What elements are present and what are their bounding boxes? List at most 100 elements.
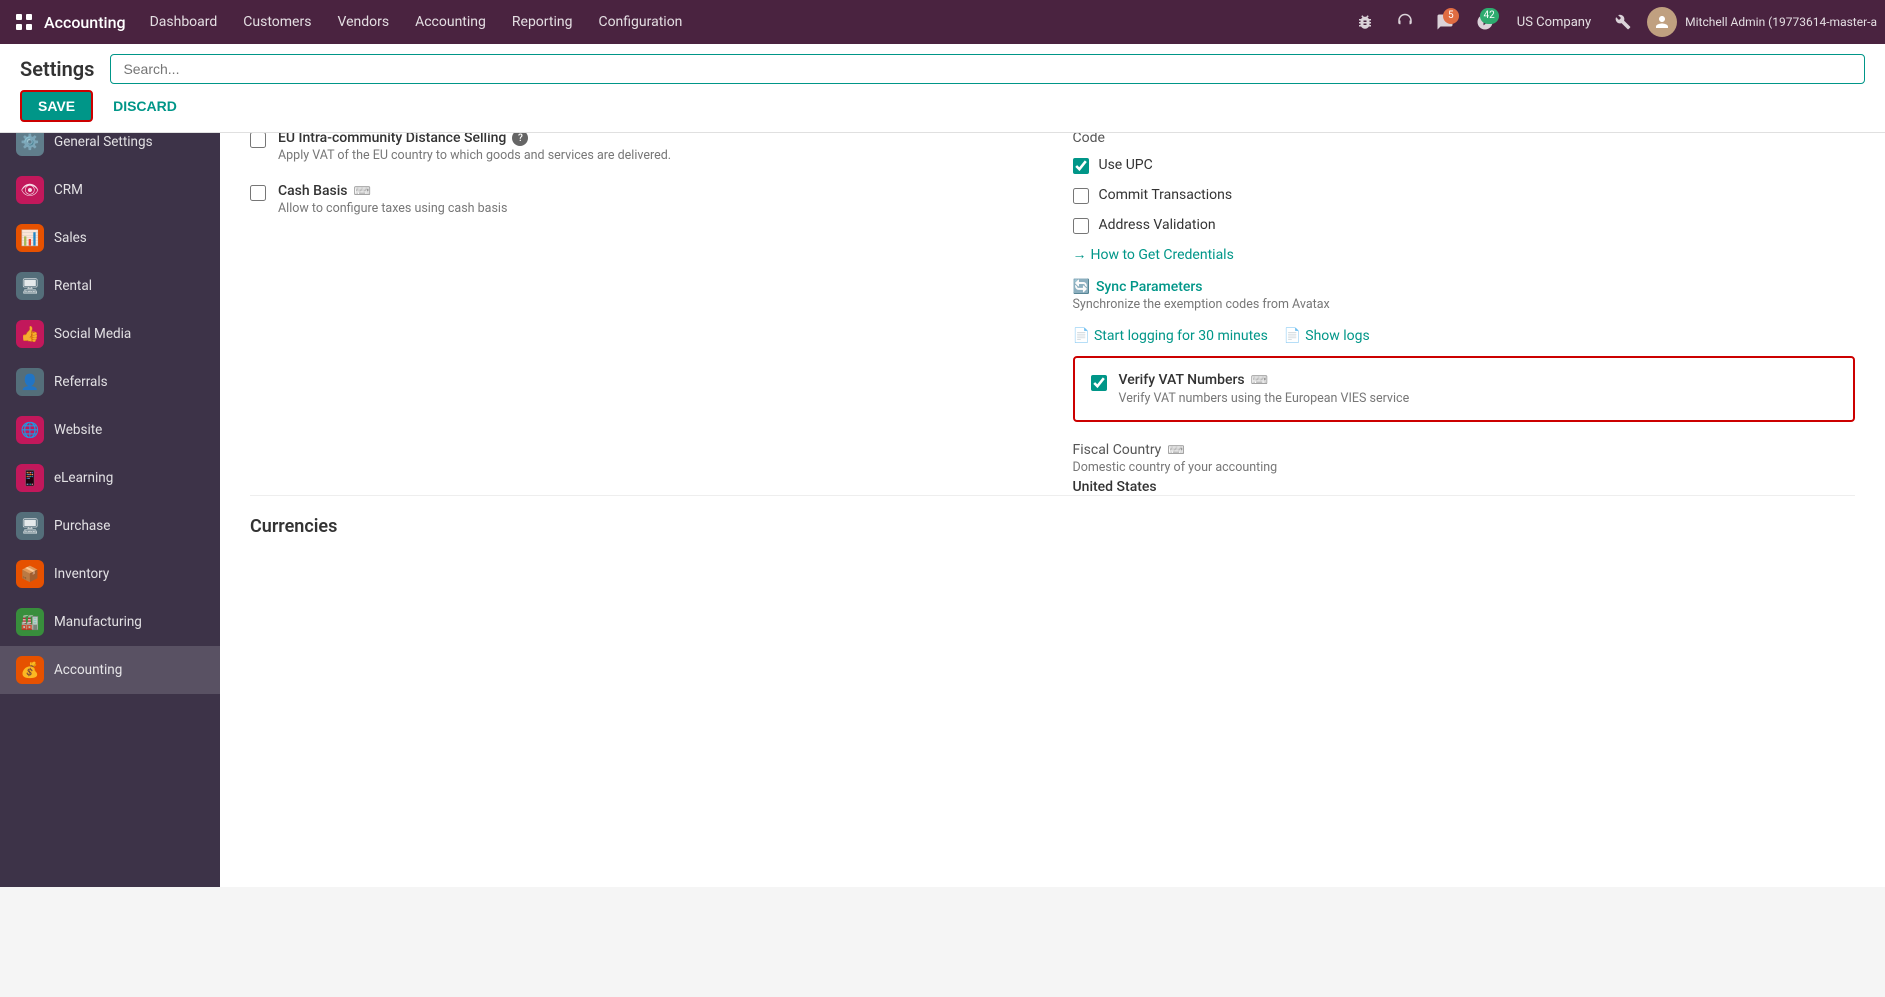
- use-upc-row: Use UPC: [1073, 156, 1856, 174]
- sync-parameters-link[interactable]: 🔄 Sync Parameters: [1073, 279, 1856, 295]
- settings-content: EU Intra-community Distance Selling ? Ap…: [220, 110, 1885, 887]
- cash-basis-keyboard-icon: ⌨: [354, 184, 371, 198]
- sidebar: ⚙️ General Settings 👁 CRM 📊 Sales 🖥 Rent…: [0, 110, 220, 887]
- verify-vat-desc: Verify VAT numbers using the European VI…: [1119, 391, 1410, 406]
- sidebar-item-elearning[interactable]: 📱 eLearning: [0, 454, 220, 502]
- currencies-section-header: Currencies: [250, 495, 1855, 537]
- sidebar-item-manufacturing[interactable]: 🏭 Manufacturing: [0, 598, 220, 646]
- use-upc-checkbox[interactable]: [1073, 158, 1089, 174]
- page-header: Settings SAVE DISCARD: [0, 44, 1885, 133]
- commit-transactions-checkbox[interactable]: [1073, 188, 1089, 204]
- social-media-icon: 👍: [16, 320, 44, 348]
- start-logging-doc-icon: 📄: [1073, 328, 1090, 344]
- search-input[interactable]: [110, 54, 1865, 84]
- sidebar-label-rental: Rental: [54, 278, 92, 294]
- fiscal-country-label: Fiscal Country ⌨: [1073, 442, 1856, 458]
- sidebar-label-sales: Sales: [54, 230, 87, 246]
- cash-basis-label: Cash Basis ⌨: [278, 183, 1033, 199]
- fiscal-country-keyboard-icon: ⌨: [1167, 443, 1184, 457]
- show-logs-doc-icon: 📄: [1284, 328, 1301, 344]
- fiscal-country-section: Fiscal Country ⌨ Domestic country of you…: [1073, 442, 1856, 495]
- sidebar-item-sales[interactable]: 📊 Sales: [0, 214, 220, 262]
- sync-parameters-section: 🔄 Sync Parameters Synchronize the exempt…: [1073, 279, 1856, 312]
- verify-vat-checkbox[interactable]: [1091, 375, 1107, 391]
- top-navigation: Accounting Dashboard Customers Vendors A…: [0, 0, 1885, 44]
- logging-links: 📄 Start logging for 30 minutes 📄 Show lo…: [1073, 328, 1856, 344]
- address-validation-checkbox[interactable]: [1073, 218, 1089, 234]
- sidebar-item-referrals[interactable]: 👤 Referrals: [0, 358, 220, 406]
- sidebar-label-website: Website: [54, 422, 102, 438]
- sales-icon: 📊: [16, 224, 44, 252]
- sidebar-label-referrals: Referrals: [54, 374, 108, 390]
- sidebar-item-inventory[interactable]: 📦 Inventory: [0, 550, 220, 598]
- arrow-right-icon: →: [1073, 246, 1087, 263]
- sidebar-item-purchase[interactable]: 🖥 Purchase: [0, 502, 220, 550]
- address-validation-label: Address Validation: [1099, 217, 1216, 233]
- save-button[interactable]: SAVE: [20, 90, 93, 122]
- website-icon: 🌐: [16, 416, 44, 444]
- referrals-icon: 👤: [16, 368, 44, 396]
- app-title: Accounting: [44, 13, 126, 32]
- nav-dashboard[interactable]: Dashboard: [138, 8, 230, 36]
- sidebar-label-inventory: Inventory: [54, 566, 109, 582]
- nav-reporting[interactable]: Reporting: [500, 8, 585, 36]
- nav-accounting[interactable]: Accounting: [403, 8, 498, 36]
- sync-parameters-desc: Synchronize the exemption codes from Ava…: [1073, 297, 1856, 312]
- main-layout: ⚙️ General Settings 👁 CRM 📊 Sales 🖥 Rent…: [0, 110, 1885, 887]
- cash-basis-desc: Allow to configure taxes using cash basi…: [278, 201, 1033, 216]
- how-to-get-credentials-link[interactable]: → How to Get Credentials: [1073, 246, 1234, 263]
- wrench-icon[interactable]: [1607, 6, 1639, 38]
- user-avatar[interactable]: [1647, 7, 1677, 37]
- chat-icon-button[interactable]: 5: [1429, 6, 1461, 38]
- cash-basis-row: Cash Basis ⌨ Allow to configure taxes us…: [250, 183, 1033, 216]
- discard-button[interactable]: DISCARD: [101, 92, 189, 120]
- left-settings-column: EU Intra-community Distance Selling ? Ap…: [250, 130, 1033, 495]
- nav-right-section: 5 42 US Company Mitchell Admin (19773614…: [1349, 6, 1877, 38]
- chat-badge: 5: [1443, 8, 1459, 24]
- cash-basis-checkbox[interactable]: [250, 185, 266, 201]
- sidebar-label-crm: CRM: [54, 182, 83, 198]
- eu-distance-selling-info: EU Intra-community Distance Selling ? Ap…: [278, 130, 1033, 163]
- sidebar-item-website[interactable]: 🌐 Website: [0, 406, 220, 454]
- bug-icon-button[interactable]: [1349, 6, 1381, 38]
- purchase-icon: 🖥: [16, 512, 44, 540]
- crm-icon: 👁: [16, 176, 44, 204]
- sidebar-label-accounting: Accounting: [54, 662, 122, 678]
- start-logging-link[interactable]: 📄 Start logging for 30 minutes: [1073, 328, 1268, 344]
- nav-menu: Dashboard Customers Vendors Accounting R…: [138, 8, 1345, 36]
- eu-distance-selling-desc: Apply VAT of the EU country to which goo…: [278, 148, 1033, 163]
- sidebar-item-crm[interactable]: 👁 CRM: [0, 166, 220, 214]
- nav-configuration[interactable]: Configuration: [586, 8, 694, 36]
- fiscal-country-desc: Domestic country of your accounting: [1073, 460, 1856, 475]
- page-title: Settings: [20, 57, 94, 81]
- search-container: [110, 54, 1865, 84]
- use-upc-label: Use UPC: [1099, 157, 1153, 173]
- sidebar-label-general: General Settings: [54, 134, 153, 150]
- nav-customers[interactable]: Customers: [231, 8, 323, 36]
- inventory-icon: 📦: [16, 560, 44, 588]
- sidebar-item-social-media[interactable]: 👍 Social Media: [0, 310, 220, 358]
- manufacturing-icon: 🏭: [16, 608, 44, 636]
- sidebar-item-accounting[interactable]: 💰 Accounting: [0, 646, 220, 694]
- sidebar-label-manufacturing: Manufacturing: [54, 614, 142, 630]
- show-logs-link[interactable]: 📄 Show logs: [1284, 328, 1370, 344]
- sidebar-label-elearning: eLearning: [54, 470, 113, 486]
- rental-icon: 🖥: [16, 272, 44, 300]
- sync-icon: 🔄: [1073, 279, 1090, 295]
- sidebar-item-rental[interactable]: 🖥 Rental: [0, 262, 220, 310]
- sidebar-label-social: Social Media: [54, 326, 131, 342]
- address-validation-row: Address Validation: [1073, 216, 1856, 234]
- verify-vat-label: Verify VAT Numbers ⌨: [1119, 372, 1410, 388]
- company-name[interactable]: US Company: [1509, 15, 1599, 30]
- headset-icon-button[interactable]: [1389, 6, 1421, 38]
- grid-menu-icon[interactable]: [8, 6, 40, 38]
- header-actions: SAVE DISCARD: [20, 90, 1865, 122]
- commit-transactions-row: Commit Transactions: [1073, 186, 1856, 204]
- accounting-icon: 💰: [16, 656, 44, 684]
- right-settings-column: Code Use UPC Commit Transactions Addre: [1073, 130, 1856, 495]
- nav-vendors[interactable]: Vendors: [325, 8, 401, 36]
- activity-badge: 42: [1480, 8, 1499, 24]
- eu-distance-selling-checkbox[interactable]: [250, 132, 266, 148]
- activity-icon-button[interactable]: 42: [1469, 6, 1501, 38]
- cash-basis-info: Cash Basis ⌨ Allow to configure taxes us…: [278, 183, 1033, 216]
